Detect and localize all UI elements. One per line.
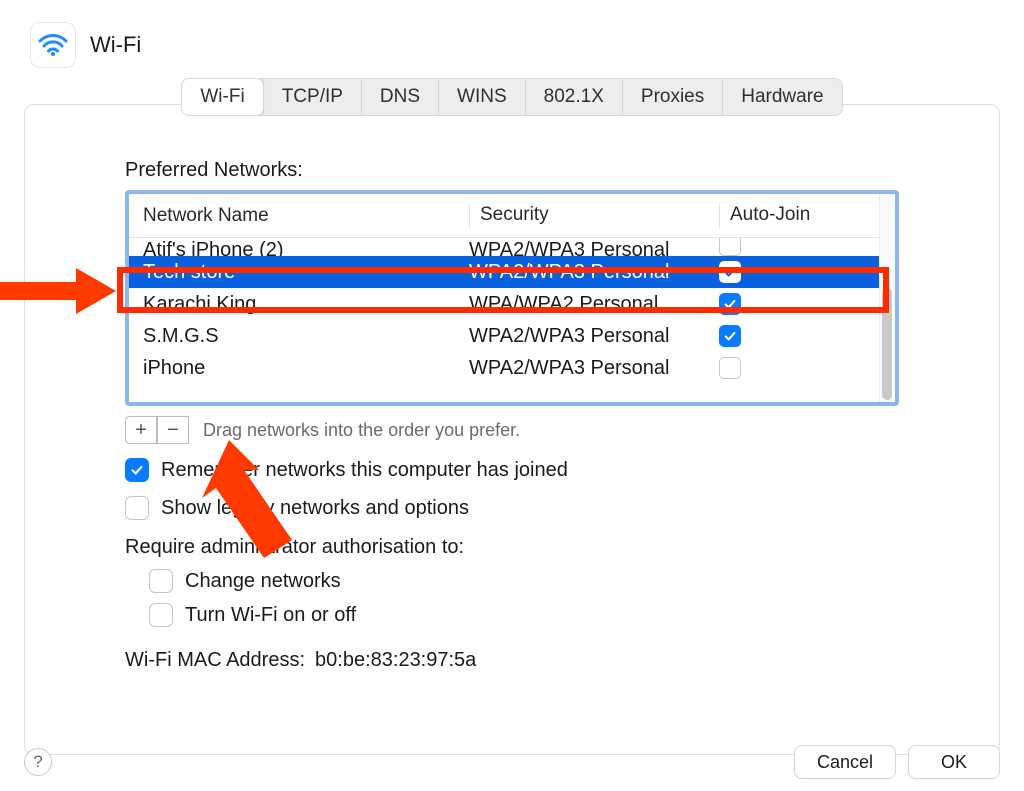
network-name-cell: iPhone [129, 357, 469, 380]
require-turn-wifi-label: Turn Wi-Fi on or off [185, 604, 356, 627]
require-admin-label: Require administrator authorisation to: [125, 536, 899, 559]
table-row[interactable]: Atif's iPhone (2)WPA2/WPA3 Personal [129, 238, 895, 256]
auto-join-cell [719, 357, 841, 379]
table-row[interactable]: Tech storeWPA2/WPA3 Personal [129, 256, 895, 288]
mac-address-value: b0:be:83:23:97:5a [315, 649, 476, 672]
add-network-button[interactable]: + [125, 416, 157, 444]
mac-address-label: Wi-Fi MAC Address: [125, 649, 305, 672]
preferred-networks-label: Preferred Networks: [125, 159, 899, 182]
network-name-cell: S.M.G.S [129, 325, 469, 348]
remember-checkbox[interactable] [125, 458, 149, 482]
ok-button[interactable]: OK [908, 745, 1000, 779]
auto-join-checkbox[interactable] [719, 325, 741, 347]
settings-panel: Preferred Networks: Network Name Securit… [24, 104, 1000, 755]
wifi-icon [30, 22, 76, 68]
security-cell: WPA/WPA2 Personal [469, 293, 719, 316]
auto-join-checkbox[interactable] [719, 357, 741, 379]
table-row[interactable]: S.M.G.SWPA2/WPA3 Personal [129, 320, 895, 352]
network-name-cell: Tech store [129, 261, 469, 284]
tab-tcpip[interactable]: TCP/IP [263, 79, 361, 115]
security-cell: WPA2/WPA3 Personal [469, 325, 719, 348]
network-name-cell: Karachi King [129, 293, 469, 316]
remove-network-button[interactable]: − [157, 416, 189, 444]
table-row[interactable]: iPhoneWPA2/WPA3 Personal [129, 352, 895, 384]
auto-join-cell [719, 293, 841, 315]
scroll-thumb[interactable] [882, 288, 892, 400]
security-cell: WPA2/WPA3 Personal [469, 261, 719, 284]
page-title: Wi-Fi [90, 32, 141, 58]
network-name-cell: Atif's iPhone (2) [129, 239, 469, 256]
tab-dns[interactable]: DNS [361, 79, 438, 115]
column-network-name[interactable]: Network Name [129, 205, 469, 227]
table-row[interactable]: Karachi KingWPA/WPA2 Personal [129, 288, 895, 320]
column-security[interactable]: Security [469, 204, 719, 228]
security-cell: WPA2/WPA3 Personal [469, 239, 719, 256]
auto-join-checkbox[interactable] [719, 261, 741, 283]
auto-join-checkbox[interactable] [719, 238, 741, 256]
require-change-networks-label: Change networks [185, 570, 341, 593]
require-change-networks-checkbox[interactable] [149, 569, 173, 593]
help-button[interactable]: ? [24, 748, 52, 776]
tab-proxies[interactable]: Proxies [622, 79, 722, 115]
legacy-label: Show legacy networks and options [161, 497, 469, 520]
security-cell: WPA2/WPA3 Personal [469, 357, 719, 380]
auto-join-cell [719, 325, 841, 347]
legacy-checkbox[interactable] [125, 496, 149, 520]
tab-wifi[interactable]: Wi-Fi [181, 78, 263, 116]
auto-join-checkbox[interactable] [719, 293, 741, 315]
tab-hardware[interactable]: Hardware [722, 79, 841, 115]
auto-join-cell [719, 238, 841, 256]
tab-wins[interactable]: WINS [438, 79, 525, 115]
tab-bar: Wi-Fi TCP/IP DNS WINS 802.1X Proxies Har… [181, 78, 842, 116]
auto-join-cell [719, 261, 841, 283]
column-auto-join[interactable]: Auto-Join [719, 204, 841, 228]
remember-label: Remember networks this computer has join… [161, 459, 568, 482]
require-turn-wifi-checkbox[interactable] [149, 603, 173, 627]
drag-hint: Drag networks into the order you prefer. [203, 420, 520, 441]
table-scrollbar[interactable] [879, 194, 895, 402]
preferred-networks-table[interactable]: Network Name Security Auto-Join Atif's i… [125, 190, 899, 406]
tab-8021x[interactable]: 802.1X [525, 79, 622, 115]
cancel-button[interactable]: Cancel [794, 745, 896, 779]
